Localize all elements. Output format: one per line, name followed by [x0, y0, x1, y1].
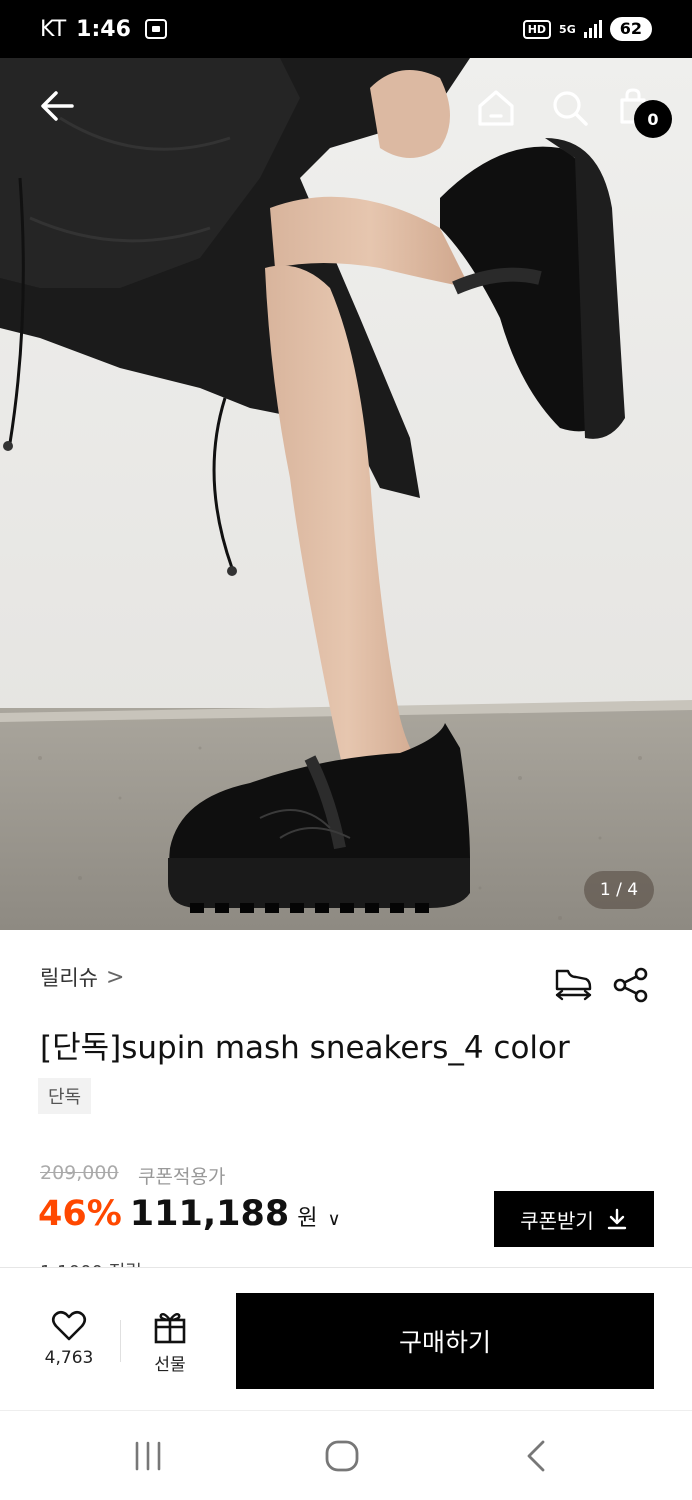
- home-nav-icon[interactable]: [322, 1439, 362, 1473]
- screen-record-icon: [144, 19, 167, 39]
- currency-label: 원: [297, 1206, 318, 1231]
- status-bar: KT 1:46 HD 5G 62: [0, 0, 692, 58]
- hd-icon: HD: [522, 19, 552, 39]
- signal-icon: [583, 20, 602, 38]
- network-type: 5G: [559, 22, 576, 36]
- system-navigation-bar: [0, 1410, 692, 1500]
- divider: [120, 1320, 121, 1362]
- recent-apps-icon[interactable]: [128, 1439, 168, 1473]
- heart-icon: [51, 1310, 87, 1341]
- status-right: HD 5G 62: [522, 0, 652, 58]
- back-arrow-icon[interactable]: [36, 84, 80, 128]
- share-icon[interactable]: [612, 966, 650, 1004]
- product-photo: [0, 58, 692, 930]
- brand-link[interactable]: 릴리슈 >: [40, 962, 124, 992]
- status-left: KT 1:46: [40, 0, 167, 58]
- original-price: 209,000: [40, 1162, 119, 1184]
- exclusive-tag: 단독: [38, 1078, 92, 1114]
- sale-price: 111,188: [129, 1194, 290, 1234]
- buy-button[interactable]: 구매하기: [236, 1293, 654, 1389]
- bottom-action-bar: 4,763 선물 구매하기: [0, 1267, 692, 1410]
- cart-count-badge[interactable]: 0: [634, 100, 672, 138]
- chevron-right-icon: >: [105, 964, 125, 990]
- like-button[interactable]: 4,763: [36, 1310, 102, 1368]
- like-count: 4,763: [44, 1348, 94, 1368]
- carrier-label: KT: [40, 16, 67, 42]
- coupon-price-label: 쿠폰적용가: [138, 1166, 226, 1188]
- product-title: [단독]supin mash sneakers_4 color: [40, 1030, 570, 1066]
- clock: 1:46: [76, 16, 131, 42]
- product-image[interactable]: [0, 58, 692, 930]
- coupon-button-label: 쿠폰받기: [520, 1208, 594, 1233]
- price-row[interactable]: 46% 111,188 원 ∨: [38, 1194, 341, 1234]
- brand-name: 릴리슈: [40, 966, 98, 990]
- back-nav-icon[interactable]: [516, 1439, 556, 1473]
- gift-icon: [154, 1312, 186, 1344]
- battery-indicator: 62: [609, 17, 652, 41]
- size-icon[interactable]: [552, 965, 594, 1005]
- home-icon[interactable]: [474, 86, 518, 130]
- chevron-down-icon: ∨: [327, 1209, 341, 1230]
- download-icon: [607, 1208, 626, 1230]
- discount-rate: 46%: [38, 1194, 122, 1234]
- get-coupon-button[interactable]: 쿠폰받기: [494, 1191, 654, 1247]
- gift-label: 선물: [154, 1355, 186, 1375]
- search-icon[interactable]: [548, 86, 592, 130]
- image-page-indicator: 1 / 4: [584, 871, 654, 909]
- gift-button[interactable]: 선물: [140, 1310, 200, 1375]
